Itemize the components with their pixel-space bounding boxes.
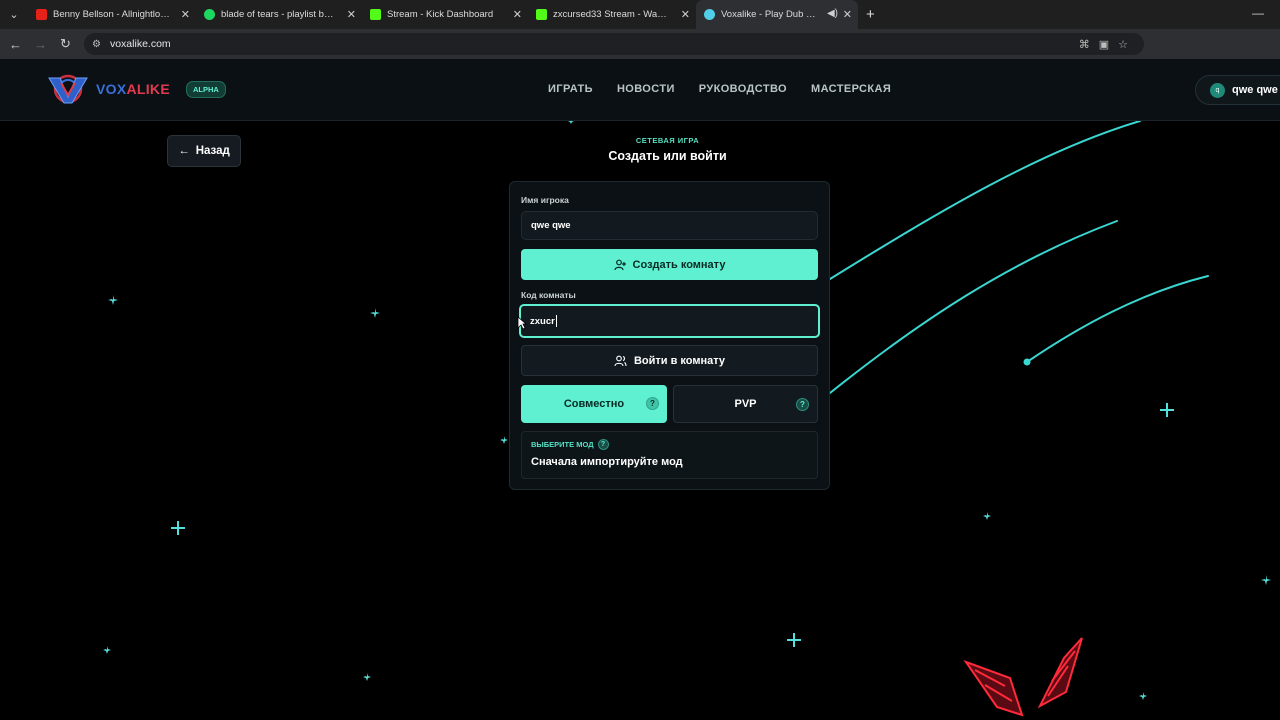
logo-vox-text: VOX [96,81,127,97]
join-room-button[interactable]: Войти в комнату [521,345,818,376]
voxalike-logo[interactable]: VOXALIKE ALPHA [46,73,226,105]
site-header: VOXALIKE ALPHA ИГРАТЬ НОВОСТИ РУКОВОДСТВ… [0,59,1280,121]
new-tab-plus-icon[interactable]: + [866,6,875,23]
speaker-icon[interactable]: ◀) [827,8,838,19]
kick-icon [370,9,381,20]
create-room-button[interactable]: Создать комнату [521,249,818,280]
text-caret [555,315,557,327]
address-bar[interactable]: ⚙ voxalike.com ⌘ ▣ ☆ [84,33,1144,55]
minimize-icon[interactable]: — [1252,6,1264,20]
back-arrow-icon[interactable]: ← [3,37,28,52]
main-nav: ИГРАТЬ НОВОСТИ РУКОВОДСТВО МАСТЕРСКАЯ [548,83,891,95]
browser-tab[interactable]: Stream - Kick Dashboard ✕ [362,0,528,29]
users-icon [614,355,627,366]
player-name-value: qwe qwe [531,220,571,231]
arrow-left-icon: ← [178,145,190,157]
spotify-icon [204,9,215,20]
add-user-icon [613,259,626,270]
bookmark-star-icon[interactable]: ☆ [1118,38,1128,51]
mode-coop-label: Совместно [563,398,625,410]
close-tab-icon[interactable]: ✕ [181,8,190,21]
mod-select-label: ВЫБЕРИТЕ МОД [531,440,594,449]
mod-select-header: ВЫБЕРИТЕ МОД ? [531,439,609,450]
tab-title: blade of tears - playlist by выб [221,9,337,20]
close-tab-icon[interactable]: ✕ [681,8,690,21]
create-room-label: Создать комнату [632,258,726,271]
user-name: qwe qwe [1232,84,1278,96]
close-tab-icon[interactable]: ✕ [513,8,522,21]
alpha-badge: ALPHA [185,80,226,98]
section-eyebrow: СЕТЕВАЯ ИГРА [635,136,700,145]
mod-select[interactable]: ВЫБЕРИТЕ МОД ? Сначала импортируйте мод [521,431,818,479]
room-code-label: Код комнаты [521,290,576,300]
back-button-label: Назад [195,145,230,157]
browser-tab-active[interactable]: Voxalike - Play Dub Game C ◀) ✕ [696,0,858,29]
install-app-icon[interactable]: ▣ [1099,38,1109,51]
page-title: Создать или войти [608,149,727,163]
tab-title: zxcursed33 Stream - Watch Live [553,9,669,20]
room-code-value: zxucr [530,315,555,327]
logo-mark-icon [46,73,90,105]
url-text: voxalike.com [109,38,171,50]
site-info-icon[interactable]: ⚙ [92,39,101,50]
mode-pvp-button[interactable]: PVP ? [673,385,818,423]
nav-guide[interactable]: РУКОВОДСТВО [699,83,787,95]
lobby-card: Имя игрока qwe qwe Создать комнату Код к… [509,181,830,490]
forward-arrow-icon[interactable]: → [28,37,53,52]
mod-select-value: Сначала импортируйте мод [531,456,683,468]
browser-tab[interactable]: Benny Bellson - Allnightlong [Ly ✕ [28,0,196,29]
room-code-input[interactable]: zxucr [519,304,820,338]
help-icon[interactable]: ? [796,398,809,411]
voxalike-icon [704,9,715,20]
translate-icon[interactable]: ⌘ [1079,38,1090,51]
browser-tab-strip: ⌄ Benny Bellson - Allnightlong [Ly ✕ bla… [0,0,1280,29]
reload-icon[interactable]: ↻ [53,36,78,52]
close-tab-icon[interactable]: ✕ [843,8,852,21]
browser-toolbar: ← → ↻ ⚙ voxalike.com ⌘ ▣ ☆ ABP S ◐ ⧉ ⋮ [0,29,1280,80]
join-room-label: Войти в комнату [633,354,726,367]
browser-tab[interactable]: blade of tears - playlist by выб ✕ [196,0,362,29]
tab-title: Voxalike - Play Dub Game C [721,9,819,20]
mouse-cursor-icon [517,316,527,330]
kick-icon [536,9,547,20]
avatar: q [1210,82,1225,98]
tab-title: Stream - Kick Dashboard [387,9,494,20]
omnibox-actions: ⌘ ▣ ☆ [1079,33,1128,55]
logo-wordmark: VOXALIKE [96,81,170,97]
close-tab-icon[interactable]: ✕ [347,8,356,21]
tab-title: Benny Bellson - Allnightlong [Ly [53,9,171,20]
user-menu[interactable]: q qwe qwe [1195,75,1280,105]
youtube-icon [36,9,47,20]
mode-pvp-label: PVP [734,398,757,410]
help-icon[interactable]: ? [597,439,609,450]
nav-news[interactable]: НОВОСТИ [617,83,675,95]
player-name-label: Имя игрока [521,195,569,205]
nav-play[interactable]: ИГРАТЬ [548,83,593,95]
mode-coop-button[interactable]: Совместно ? [521,385,667,423]
browser-tab[interactable]: zxcursed33 Stream - Watch Live ✕ [528,0,696,29]
player-name-field[interactable]: qwe qwe [521,211,818,240]
nav-workshop[interactable]: МАСТЕРСКАЯ [811,83,891,95]
logo-alike-text: ALIKE [126,81,170,97]
tab-search-chevron-icon[interactable]: ⌄ [0,0,28,29]
back-button[interactable]: ← Назад [167,135,241,167]
page-stage: ← Назад СЕТЕВАЯ ИГРА Создать или войти И… [0,121,1280,720]
help-icon[interactable]: ? [646,397,659,410]
